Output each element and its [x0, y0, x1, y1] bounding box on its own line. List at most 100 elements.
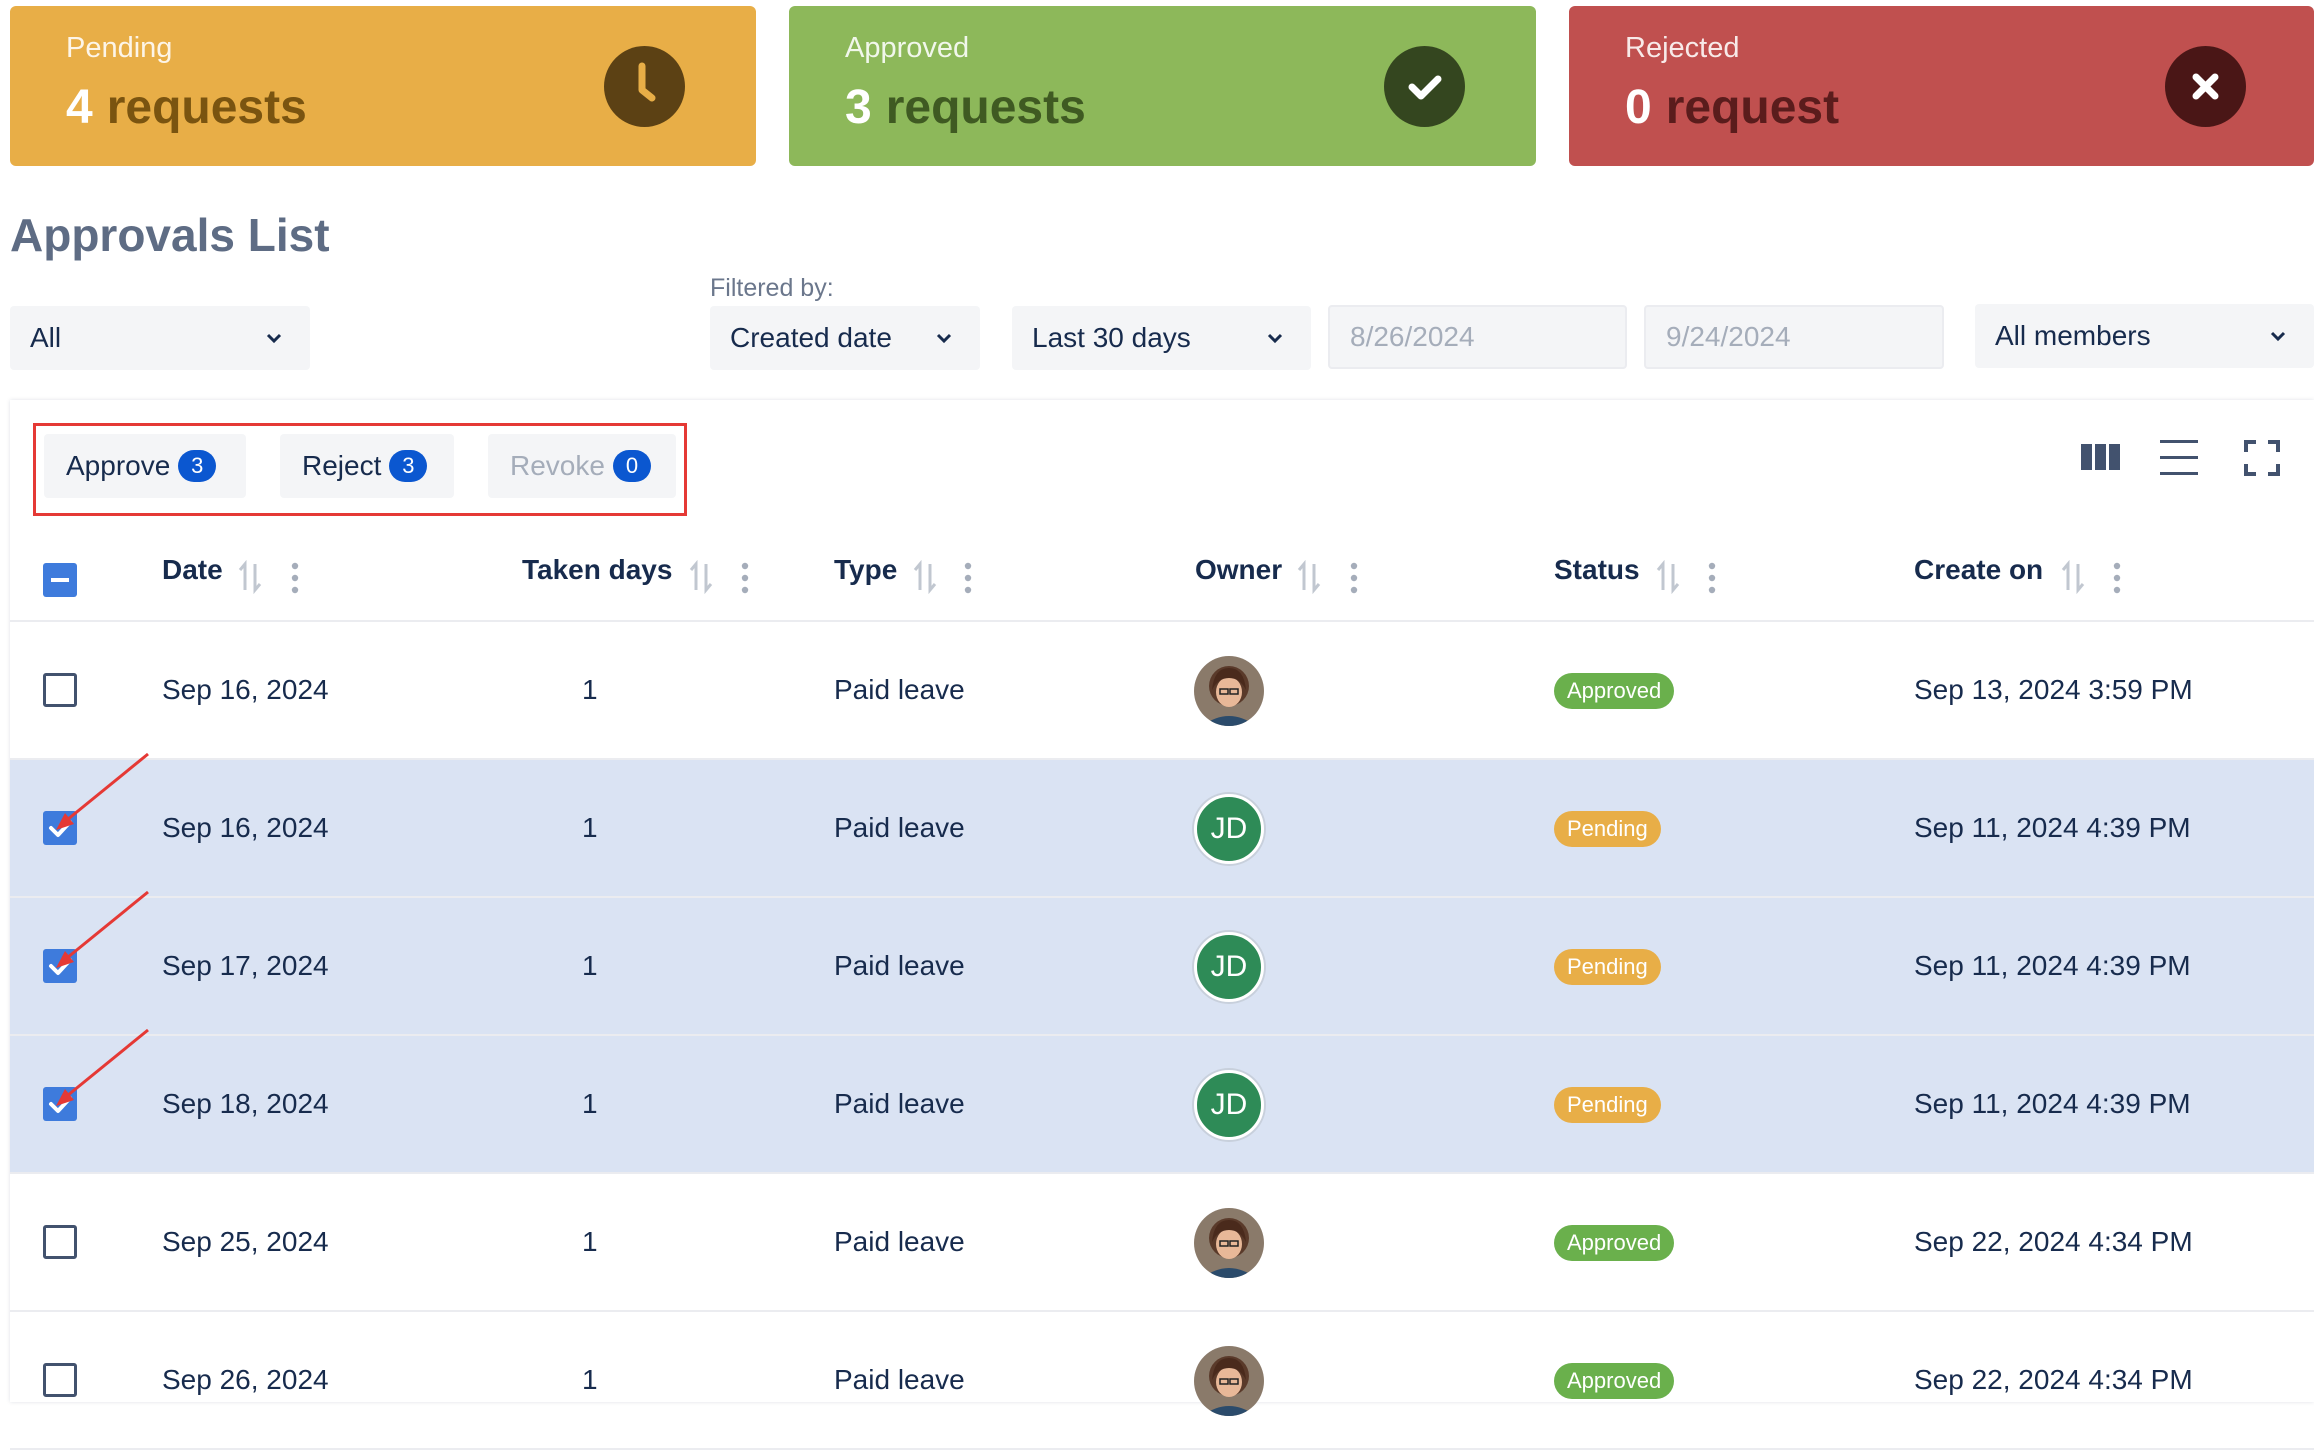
approve-count-badge: 3 [178, 450, 217, 482]
revoke-count-badge: 0 [612, 450, 651, 482]
reject-button[interactable]: Reject 3 [280, 434, 454, 498]
date-cell: Sep 18, 2024 [162, 1088, 329, 1119]
annotation-arrow [52, 750, 152, 850]
taken-days-cell: 1 [582, 1364, 598, 1395]
sort-icon[interactable] [237, 560, 263, 594]
taken-days-cell: 1 [582, 674, 598, 705]
date-range-select[interactable]: Last 30 days [1012, 306, 1311, 370]
annotation-arrow [52, 1026, 152, 1126]
header-created-on[interactable]: Create on [1914, 554, 2043, 586]
filtered-by-label: Filtered by: [710, 274, 834, 302]
type-cell: Paid leave [834, 1364, 965, 1395]
column-menu-icon[interactable] [741, 561, 749, 595]
members-select[interactable]: All members [1975, 304, 2314, 368]
select-all-checkbox[interactable] [43, 563, 77, 597]
members-value: All members [1995, 320, 2151, 351]
header-taken-days[interactable]: Taken days [522, 554, 672, 586]
taken-days-cell: 1 [582, 1226, 598, 1257]
rejected-unit: request [1665, 81, 1840, 134]
annotation-arrow [52, 888, 152, 988]
rejected-label: Rejected [1625, 32, 1740, 64]
sort-icon[interactable] [688, 560, 714, 594]
rejected-card[interactable]: Rejected 0 request [1569, 6, 2314, 166]
header-status[interactable]: Status [1554, 554, 1640, 586]
status-badge: Approved [1554, 673, 1675, 709]
column-menu-icon[interactable] [1708, 561, 1716, 595]
status-badge: Approved [1554, 1225, 1675, 1261]
created-on-cell: Sep 11, 2024 4:39 PM [1914, 812, 2191, 843]
chevron-down-icon [2270, 331, 2286, 342]
revoke-label: Revoke [510, 450, 605, 481]
check-icon [1384, 46, 1465, 127]
date-field-value: Created date [730, 322, 892, 353]
columns-icon[interactable] [2079, 436, 2123, 480]
status-badge: Pending [1554, 811, 1661, 847]
header-date[interactable]: Date [162, 554, 223, 586]
date-from-input[interactable]: 8/26/2024 [1328, 305, 1627, 369]
type-cell: Paid leave [834, 950, 965, 981]
type-cell: Paid leave [834, 812, 965, 843]
approve-button[interactable]: Approve 3 [44, 434, 246, 498]
density-icon[interactable] [2158, 436, 2202, 480]
date-to-input[interactable]: 9/24/2024 [1644, 305, 1944, 369]
date-range-value: Last 30 days [1032, 322, 1191, 353]
pending-label: Pending [66, 32, 173, 64]
pending-card[interactable]: Pending 4 requests [10, 6, 756, 166]
row-checkbox[interactable] [43, 1225, 77, 1259]
column-menu-icon[interactable] [2113, 561, 2121, 595]
created-on-cell: Sep 22, 2024 4:34 PM [1914, 1364, 2193, 1395]
approve-label: Approve [66, 450, 171, 481]
avatar[interactable] [1194, 656, 1264, 726]
header-type[interactable]: Type [834, 554, 897, 586]
type-cell: Paid leave [834, 1088, 965, 1119]
sort-icon[interactable] [2060, 560, 2086, 594]
revoke-button[interactable]: Revoke 0 [488, 434, 676, 498]
chevron-down-icon [266, 333, 282, 344]
row-checkbox[interactable] [43, 673, 77, 707]
chevron-down-icon [1267, 333, 1283, 344]
column-menu-icon[interactable] [964, 561, 972, 595]
fullscreen-icon[interactable] [2240, 436, 2284, 480]
status-badge: Approved [1554, 1363, 1675, 1399]
status-filter-select[interactable]: All [10, 306, 310, 370]
reject-count-badge: 3 [389, 450, 428, 482]
approved-unit: requests [885, 81, 1086, 134]
type-cell: Paid leave [834, 1226, 965, 1257]
avatar[interactable] [1194, 1346, 1264, 1416]
taken-days-cell: 1 [582, 950, 598, 981]
taken-days-cell: 1 [582, 1088, 598, 1119]
type-cell: Paid leave [834, 674, 965, 705]
column-menu-icon[interactable] [291, 561, 299, 595]
date-from-value: 8/26/2024 [1350, 321, 1475, 352]
sort-icon[interactable] [1296, 560, 1322, 594]
avatar[interactable]: JD [1194, 794, 1264, 864]
status-filter-value: All [30, 322, 62, 353]
created-on-cell: Sep 11, 2024 4:39 PM [1914, 1088, 2191, 1119]
created-on-cell: Sep 22, 2024 4:34 PM [1914, 1226, 2193, 1257]
header-owner[interactable]: Owner [1195, 554, 1282, 586]
avatar[interactable] [1194, 1208, 1264, 1278]
taken-days-cell: 1 [582, 812, 598, 843]
created-on-cell: Sep 11, 2024 4:39 PM [1914, 950, 2191, 981]
avatar[interactable]: JD [1194, 1070, 1264, 1140]
avatar[interactable]: JD [1194, 932, 1264, 1002]
rejected-count: 0 [1625, 81, 1652, 134]
status-badge: Pending [1554, 1087, 1661, 1123]
row-checkbox[interactable] [43, 1363, 77, 1397]
date-cell: Sep 25, 2024 [162, 1226, 329, 1257]
close-icon [2165, 46, 2246, 127]
clock-icon [604, 46, 685, 127]
reject-label: Reject [302, 450, 382, 481]
date-cell: Sep 16, 2024 [162, 812, 329, 843]
column-menu-icon[interactable] [1350, 561, 1358, 595]
page-title: Approvals List [10, 209, 330, 261]
approved-count: 3 [845, 81, 872, 134]
date-to-value: 9/24/2024 [1666, 321, 1791, 352]
sort-icon[interactable] [1655, 560, 1681, 594]
date-field-select[interactable]: Created date [710, 306, 980, 370]
approved-card[interactable]: Approved 3 requests [789, 6, 1536, 166]
pending-unit: requests [106, 81, 307, 134]
sort-icon[interactable] [912, 560, 938, 594]
status-badge: Pending [1554, 949, 1661, 985]
approved-label: Approved [845, 32, 970, 64]
